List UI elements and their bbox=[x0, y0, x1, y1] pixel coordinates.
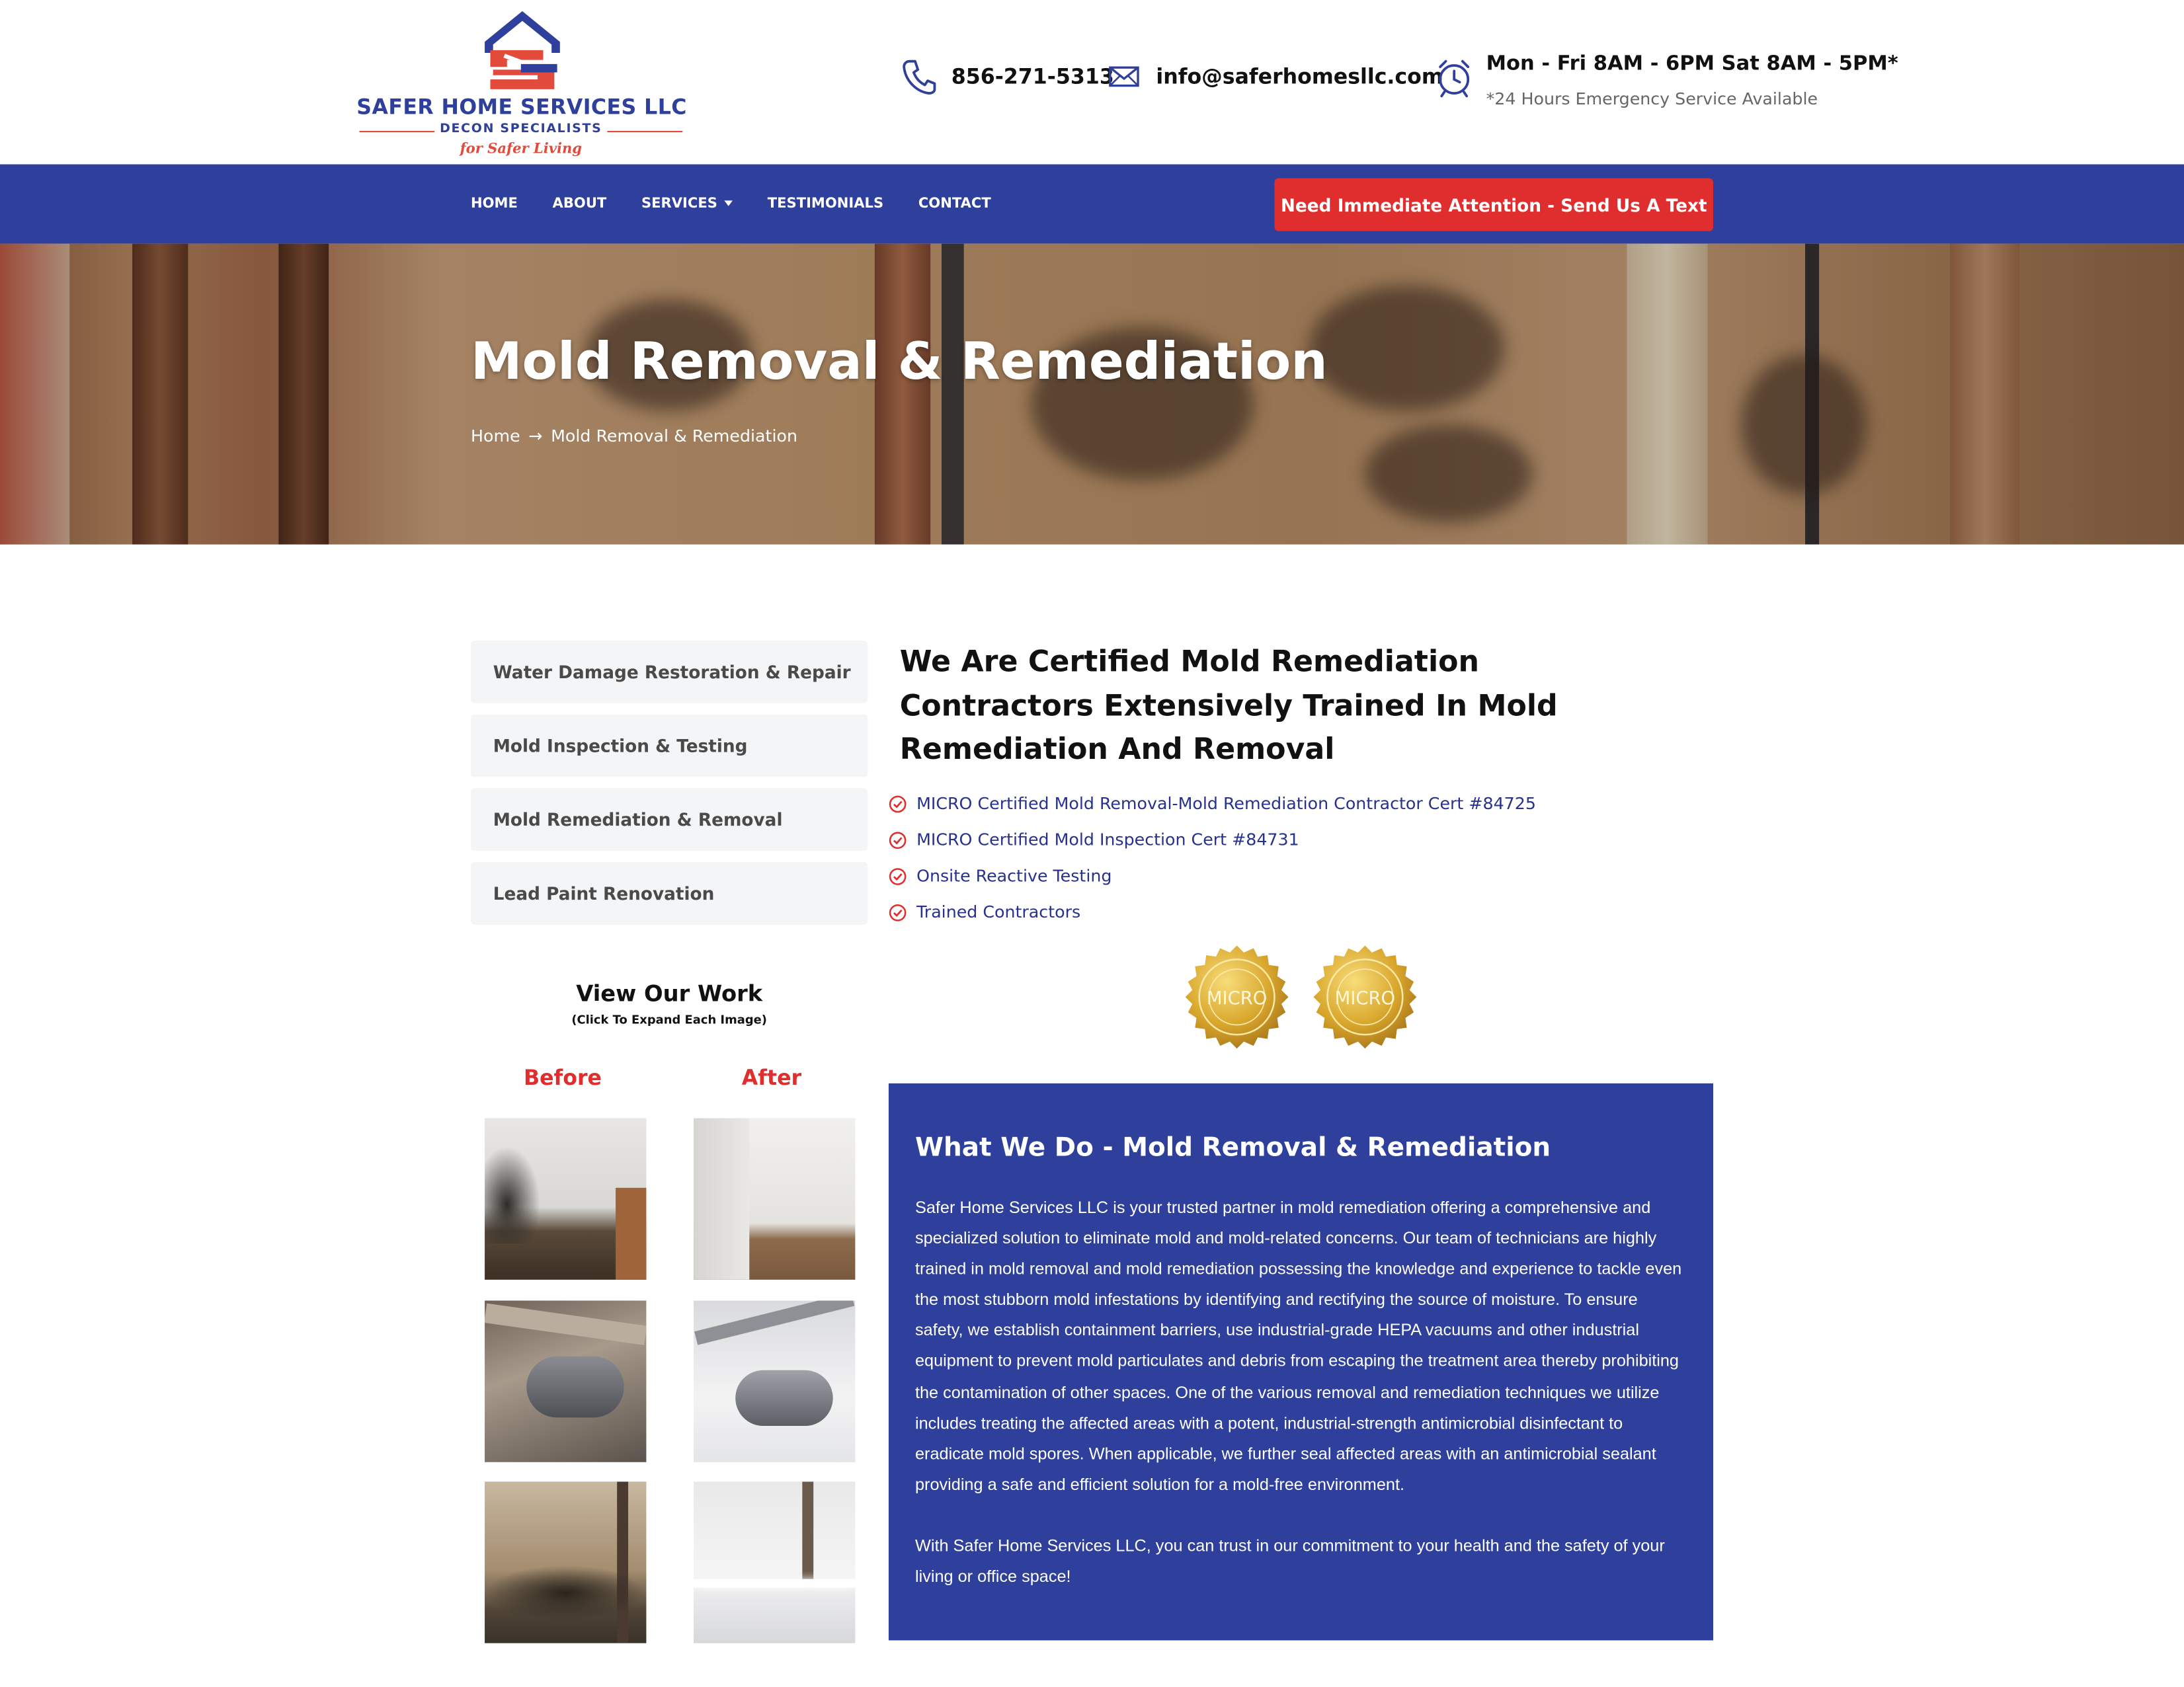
before-label: Before bbox=[524, 1065, 602, 1091]
phone-number[interactable]: 856-271-5313 bbox=[951, 64, 1114, 89]
after-photo-1[interactable] bbox=[694, 1118, 856, 1280]
email-address[interactable]: info@saferhomesllc.com bbox=[1156, 64, 1443, 89]
breadcrumb-separator: → bbox=[528, 426, 543, 446]
emergency-note: *24 Hours Emergency Service Available bbox=[1486, 89, 1818, 109]
list-item: Onsite Reactive Testing bbox=[889, 858, 1536, 894]
nav-contact[interactable]: CONTACT bbox=[918, 196, 991, 212]
logo-company-name: SAFER HOME SERVICES LLC bbox=[356, 95, 687, 120]
certification-list: MICRO Certified Mold Removal-Mold Remedi… bbox=[889, 785, 1536, 930]
section-heading: We Are Certified Mold Remediation Contra… bbox=[899, 645, 1558, 766]
mold-patch bbox=[485, 1565, 647, 1621]
wall-corner bbox=[694, 1118, 750, 1280]
duct-pipe bbox=[526, 1356, 624, 1418]
joist bbox=[694, 1300, 855, 1345]
list-item: Trained Contractors bbox=[889, 894, 1536, 930]
email-icon bbox=[1109, 66, 1139, 87]
house-logo-icon bbox=[485, 11, 560, 89]
certification-text: Trained Contractors bbox=[916, 902, 1081, 922]
gallery-title: View Our Work bbox=[576, 980, 763, 1007]
cabinet bbox=[616, 1187, 647, 1280]
gallery-subtitle: (Click To Expand Each Image) bbox=[571, 1013, 767, 1028]
panel-paragraph: Safer Home Services LLC is your trusted … bbox=[914, 1197, 1682, 1494]
check-circle-icon bbox=[889, 795, 907, 812]
list-item: MICRO Certified Mold Removal-Mold Remedi… bbox=[889, 785, 1536, 822]
nav-services[interactable]: SERVICES bbox=[641, 196, 733, 212]
duct-pipe bbox=[735, 1370, 833, 1427]
sidebar-item-mold-inspection[interactable]: Mold Inspection & Testing bbox=[470, 714, 868, 777]
hero-banner: Mold Removal & Remediation Home → Mold R… bbox=[0, 243, 2184, 545]
page-title: Mold Removal & Remediation bbox=[470, 331, 1328, 391]
before-photo-1[interactable] bbox=[485, 1118, 647, 1280]
certification-text: MICRO Certified Mold Removal-Mold Remedi… bbox=[916, 793, 1536, 814]
micro-inspector-seal-icon: MICRO bbox=[1313, 945, 1417, 1049]
check-circle-icon bbox=[889, 903, 907, 921]
pipe bbox=[802, 1481, 814, 1579]
sidebar-item-mold-remediation[interactable]: Mold Remediation & Removal bbox=[470, 788, 868, 851]
nav-testimonials[interactable]: TESTIMONIALS bbox=[768, 196, 883, 212]
mold-patch bbox=[485, 1146, 541, 1244]
seal-text: MICRO bbox=[1207, 988, 1267, 1009]
phone-icon bbox=[903, 59, 936, 95]
send-text-button[interactable]: Need Immediate Attention - Send Us A Tex… bbox=[1274, 178, 1713, 231]
baseboard bbox=[694, 1579, 856, 1588]
after-label: After bbox=[741, 1065, 802, 1091]
panel-body: Safer Home Services LLC is your trusted … bbox=[915, 1192, 1689, 1622]
logo-subtitle: DECON SPECIALISTS bbox=[434, 122, 608, 137]
sidebar-item-lead-paint[interactable]: Lead Paint Renovation bbox=[470, 861, 868, 925]
phone-contact[interactable]: 856-271-5313 bbox=[903, 58, 1114, 95]
certification-text: Onsite Reactive Testing bbox=[916, 866, 1112, 886]
check-circle-icon bbox=[889, 831, 907, 849]
business-hours: Mon - Fri 8AM - 6PM Sat 8AM - 5PM* bbox=[1486, 53, 1898, 75]
breadcrumb-current: Mold Removal & Remediation bbox=[551, 426, 797, 446]
what-we-do-panel: What We Do - Mold Removal & Remediation … bbox=[888, 1083, 1713, 1641]
nav-home[interactable]: HOME bbox=[471, 196, 518, 212]
before-photo-2[interactable] bbox=[485, 1300, 647, 1462]
before-photo-3[interactable] bbox=[485, 1481, 647, 1643]
micro-remediation-seal-icon: MICRO bbox=[1185, 945, 1289, 1049]
breadcrumb: Home → Mold Removal & Remediation bbox=[471, 426, 797, 446]
seal-text: MICRO bbox=[1335, 988, 1395, 1009]
panel-title: What We Do - Mold Removal & Remediation bbox=[914, 1133, 1551, 1163]
list-item: MICRO Certified Mold Inspection Cert #84… bbox=[889, 822, 1536, 858]
company-logo[interactable]: SAFER HOME SERVICES LLC DECON SPECIALIST… bbox=[356, 5, 691, 161]
sidebar-item-water-damage[interactable]: Water Damage Restoration & Repair bbox=[470, 640, 868, 703]
nav-services-label: SERVICES bbox=[641, 196, 717, 212]
certification-text: MICRO Certified Mold Inspection Cert #84… bbox=[916, 830, 1299, 849]
hero-overlay bbox=[0, 243, 2184, 545]
breadcrumb-home[interactable]: Home bbox=[471, 426, 520, 446]
after-photo-2[interactable] bbox=[694, 1300, 856, 1462]
email-contact[interactable]: info@saferhomesllc.com bbox=[1109, 64, 1443, 89]
joist bbox=[485, 1303, 647, 1345]
after-photo-3[interactable] bbox=[694, 1481, 856, 1643]
nav-about[interactable]: ABOUT bbox=[553, 196, 607, 212]
logo-tagline: for Safer Living bbox=[460, 141, 583, 158]
alarm-clock-icon bbox=[1439, 59, 1470, 98]
main-navigation: HOME ABOUT SERVICES TESTIMONIALS CONTACT bbox=[0, 164, 2184, 244]
chevron-down-icon bbox=[724, 200, 733, 206]
check-circle-icon bbox=[889, 867, 907, 884]
panel-paragraph: With Safer Home Services LLC, you can tr… bbox=[914, 1536, 1665, 1587]
